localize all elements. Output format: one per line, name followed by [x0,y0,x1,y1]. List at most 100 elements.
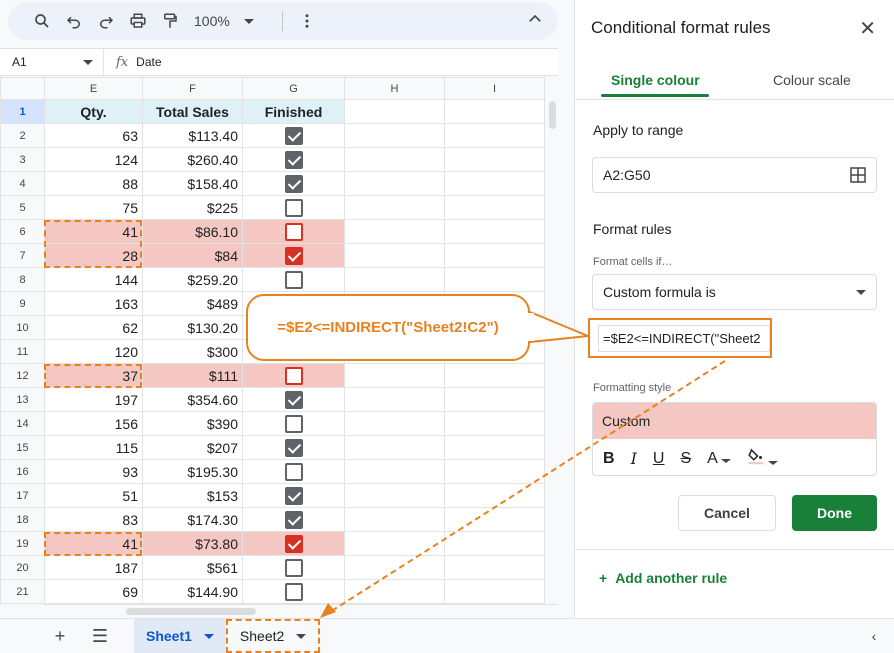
redo-icon[interactable] [90,5,122,37]
total-sales-cell[interactable]: $130.20 [142,315,243,340]
done-button[interactable]: Done [792,495,877,531]
column-header[interactable]: E [44,77,143,100]
cell[interactable] [344,171,445,196]
cell[interactable] [344,147,445,172]
finished-cell[interactable] [242,243,345,268]
add-sheet-icon[interactable]: + [40,626,80,647]
row-header[interactable]: 8 [0,267,45,292]
total-sales-cell[interactable]: $73.80 [142,531,243,556]
row-header[interactable]: 7 [0,243,45,268]
row-header[interactable]: 11 [0,339,45,364]
row-header[interactable]: 20 [0,555,45,580]
cell[interactable] [444,123,545,148]
qty-cell[interactable]: 62 [44,315,143,340]
print-icon[interactable] [122,5,154,37]
cancel-button[interactable]: Cancel [678,495,776,531]
paint-format-icon[interactable] [154,5,186,37]
total-sales-cell[interactable]: $111 [142,363,243,388]
total-sales-cell[interactable]: $207 [142,435,243,460]
cell[interactable] [444,195,545,220]
checkbox-unchecked[interactable] [284,366,303,385]
checkbox-unchecked[interactable] [284,558,303,577]
qty-cell[interactable]: 156 [44,411,143,436]
chevron-down-icon[interactable] [203,633,214,639]
row-header[interactable]: 4 [0,171,45,196]
qty-cell[interactable]: 144 [44,267,143,292]
header-cell[interactable]: Total Sales [142,99,243,124]
qty-cell[interactable]: 88 [44,171,143,196]
column-header[interactable]: F [142,77,243,100]
total-sales-cell[interactable]: $86.10 [142,219,243,244]
custom-formula-input[interactable]: =$E2<=INDIRECT("Sheet2 [598,324,770,352]
row-header[interactable]: 3 [0,147,45,172]
cell[interactable] [344,483,445,508]
select-all-corner[interactable] [0,77,45,100]
finished-cell[interactable] [242,531,345,556]
total-sales-cell[interactable]: $195.30 [142,459,243,484]
total-sales-cell[interactable]: $225 [142,195,243,220]
qty-cell[interactable]: 75 [44,195,143,220]
close-icon[interactable]: ✕ [859,16,876,41]
checkbox-checked[interactable] [284,150,303,169]
cell[interactable] [444,243,545,268]
finished-cell[interactable] [242,459,345,484]
finished-cell[interactable] [242,555,345,580]
checkbox-checked[interactable] [284,438,303,457]
condition-select[interactable]: Custom formula is [592,274,877,310]
cell[interactable] [344,387,445,412]
cell[interactable] [344,531,445,556]
text-color-icon[interactable]: A [707,450,731,468]
cell[interactable] [344,243,445,268]
checkbox-unchecked[interactable] [284,582,303,601]
cell[interactable] [444,531,545,556]
custom-formula-field[interactable]: =$E2<=INDIRECT("Sheet2 [588,318,772,358]
total-sales-cell[interactable]: $390 [142,411,243,436]
checkbox-unchecked[interactable] [284,222,303,241]
row-header[interactable]: 6 [0,219,45,244]
range-input[interactable]: A2:G50 [592,157,877,193]
search-icon[interactable] [26,5,58,37]
qty-cell[interactable]: 63 [44,123,143,148]
checkbox-unchecked[interactable] [284,462,303,481]
column-header[interactable]: H [344,77,445,100]
collapse-toolbar-icon[interactable] [526,10,544,33]
row-header[interactable]: 18 [0,507,45,532]
row-header[interactable]: 21 [0,579,45,604]
finished-cell[interactable] [242,219,345,244]
qty-cell[interactable]: 41 [44,219,143,244]
chevron-down-icon[interactable] [296,633,307,639]
total-sales-cell[interactable]: $259.20 [142,267,243,292]
cell[interactable] [444,219,545,244]
checkbox-checked[interactable] [284,510,303,529]
cell[interactable] [444,147,545,172]
total-sales-cell[interactable]: $153 [142,483,243,508]
cell[interactable] [344,123,445,148]
checkbox-unchecked[interactable] [284,198,303,217]
total-sales-cell[interactable]: $489 [142,291,243,316]
bold-icon[interactable]: B [603,450,615,468]
checkbox-checked[interactable] [284,126,303,145]
checkbox-checked[interactable] [284,534,303,553]
cell[interactable] [344,579,445,604]
cell[interactable] [444,507,545,532]
cell[interactable] [444,387,545,412]
total-sales-cell[interactable]: $84 [142,243,243,268]
scroll-thumb[interactable] [549,101,556,129]
tab-colour-scale[interactable]: Colour scale [773,72,851,88]
total-sales-cell[interactable]: $260.40 [142,147,243,172]
row-header[interactable]: 12 [0,363,45,388]
undo-icon[interactable] [58,5,90,37]
cell[interactable] [444,411,545,436]
finished-cell[interactable] [242,507,345,532]
header-cell[interactable]: Finished [242,99,345,124]
qty-cell[interactable]: 41 [44,531,143,556]
style-preview[interactable]: Custom [593,403,876,439]
qty-cell[interactable]: 197 [44,387,143,412]
cell[interactable] [444,267,545,292]
cell[interactable] [344,363,445,388]
finished-cell[interactable] [242,195,345,220]
tab-sheet2[interactable]: Sheet2 [225,619,321,653]
all-sheets-icon[interactable]: ☰ [80,626,120,647]
row-header[interactable]: 2 [0,123,45,148]
row-header[interactable]: 16 [0,459,45,484]
